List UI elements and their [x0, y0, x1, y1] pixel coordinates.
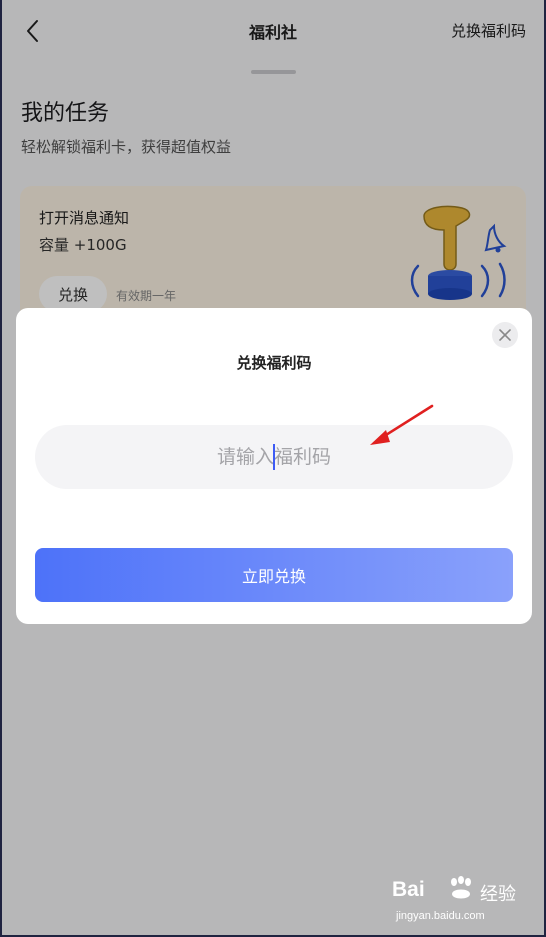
watermark: Bai 经验 jingyan.baidu.com — [392, 874, 532, 932]
dialog-title: 兑换福利码 — [236, 354, 312, 372]
paw-logo-icon — [451, 876, 471, 899]
close-icon — [499, 329, 511, 341]
watermark-brand: Bai — [392, 878, 425, 901]
text-caret — [273, 444, 275, 470]
redeem-dialog: 兑换福利码 立即兑换 — [16, 308, 532, 624]
watermark-suffix: 经验 — [480, 884, 516, 905]
redeem-now-button[interactable]: 立即兑换 — [35, 548, 513, 602]
app-frame: 福利社 兑换福利码 我的任务 轻松解锁福利卡，获得超值权益 打开消息通知 容量 … — [2, 0, 544, 935]
red-arrow-icon — [370, 404, 434, 445]
watermark-url: jingyan.baidu.com — [396, 910, 485, 922]
close-button[interactable] — [492, 322, 518, 348]
